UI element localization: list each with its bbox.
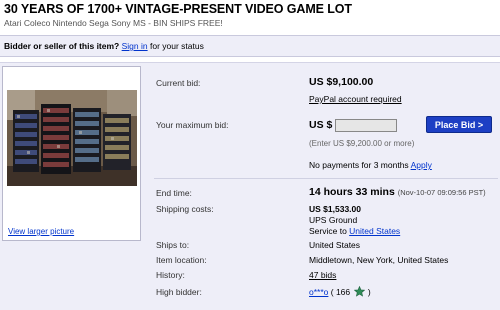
max-bid-input[interactable]: [335, 118, 398, 132]
bid-history-link[interactable]: 47 bids: [309, 270, 336, 280]
end-time-value: 14 hours 33 mins (Nov-10-07 09:09:56 PST…: [309, 186, 486, 198]
shipping-method: UPS Ground: [309, 215, 358, 225]
sign-in-link[interactable]: Sign in: [122, 41, 148, 51]
shipping-cost-value: US $1,533.00: [309, 204, 361, 214]
max-bid-label: Your maximum bid:: [156, 120, 229, 130]
status-suffix: for your status: [147, 41, 204, 51]
item-location-value: Middletown, New York, United States: [309, 255, 449, 265]
status-prompt: Bidder or seller of this item?: [4, 41, 120, 51]
item-photo[interactable]: [7, 90, 137, 186]
listing-title: 30 YEARS OF 1700+ VINTAGE-PRESENT VIDEO …: [4, 2, 352, 16]
history-label: History:: [156, 270, 185, 280]
max-bid-field: US $: [309, 118, 398, 132]
service-to: Service to United States: [309, 226, 400, 236]
current-bid-value: US $9,100.00: [309, 76, 374, 88]
listing-subtitle: Atari Coleco Nintendo Sega Sony MS - BIN…: [4, 18, 223, 28]
status-bar: Bidder or seller of this item? Sign in f…: [0, 35, 500, 57]
green-star-icon[interactable]: [353, 285, 365, 299]
place-bid-button[interactable]: Place Bid >: [426, 116, 492, 133]
end-date: (Nov-10-07 09:09:56 PST): [397, 188, 486, 197]
feedback-open: ( 166: [328, 287, 353, 297]
section-divider: [154, 178, 498, 179]
min-bid-hint: (Enter US $9,200.00 or more): [309, 139, 415, 148]
listing-header: 30 YEARS OF 1700+ VINTAGE-PRESENT VIDEO …: [0, 0, 500, 34]
service-to-link[interactable]: United States: [349, 226, 400, 236]
high-bidder-value: o***o ( 166 ): [309, 285, 371, 299]
high-bidder-label: High bidder:: [156, 287, 202, 297]
current-bid-label: Current bid:: [156, 78, 201, 88]
high-bidder-link[interactable]: o***o: [309, 287, 328, 297]
end-time-label: End time:: [156, 188, 192, 198]
paypal-required-link[interactable]: PayPal account required: [309, 94, 402, 104]
ships-to-label: Ships to:: [156, 240, 190, 250]
bid-currency-prefix: US $: [309, 119, 333, 131]
time-left: 14 hours 33 mins: [309, 186, 395, 198]
ships-to-value: United States: [309, 240, 361, 250]
shipping-costs-label: Shipping costs:: [156, 204, 214, 214]
payments-offer: No payments for 3 months Apply: [309, 160, 432, 170]
apply-link[interactable]: Apply: [411, 160, 432, 170]
payments-text: No payments for 3 months: [309, 160, 411, 170]
feedback-close: ): [365, 287, 371, 297]
item-location-label: Item location:: [156, 255, 207, 265]
item-picture-box: View larger picture: [2, 66, 141, 241]
game-shelves-photo: [7, 90, 137, 186]
view-larger-picture-link[interactable]: View larger picture: [8, 227, 74, 236]
status-text: Bidder or seller of this item? Sign in f…: [4, 41, 204, 51]
service-to-prefix: Service to: [309, 226, 350, 236]
